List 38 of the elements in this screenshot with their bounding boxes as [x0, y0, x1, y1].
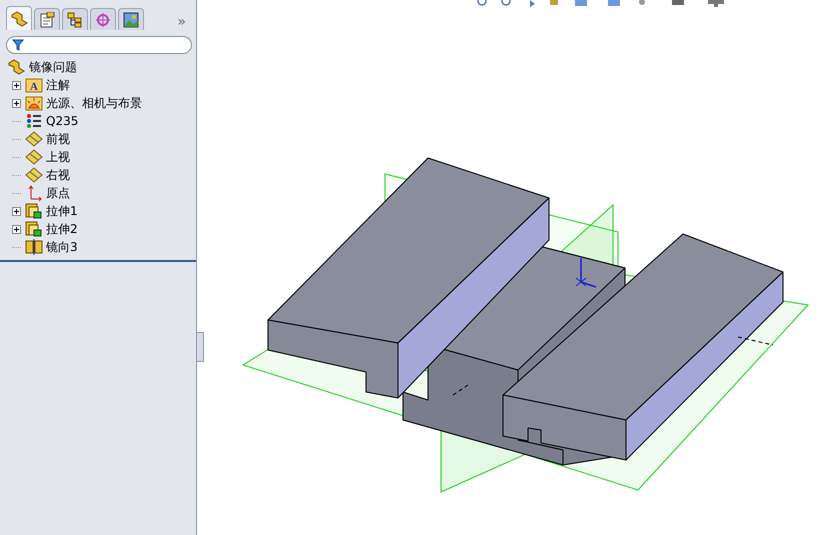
parts-icon: [10, 10, 28, 26]
more-tabs-chevron[interactable]: »: [177, 14, 190, 30]
tree-item-label[interactable]: 光源、相机与布景: [46, 94, 142, 112]
filter-field[interactable]: [6, 36, 192, 54]
expand-plus-icon[interactable]: [12, 224, 20, 234]
tree-item-label[interactable]: 拉伸1: [46, 202, 78, 220]
panel-tab[interactable]: [118, 8, 144, 30]
tree-item-label[interactable]: 拉伸2: [46, 220, 78, 238]
panel-tab[interactable]: [6, 6, 32, 30]
plane-icon: [25, 131, 43, 147]
picture-icon: [123, 12, 139, 28]
tree-item-label[interactable]: 原点: [46, 184, 70, 202]
tree-item-label[interactable]: 上视: [46, 148, 70, 166]
document-icon: [39, 12, 55, 28]
plane-icon: [25, 167, 43, 183]
tree-item-label[interactable]: 右视: [46, 166, 70, 184]
extrude-feature-icon: [25, 221, 43, 237]
panel-tab[interactable]: [34, 8, 60, 30]
expand-plus-icon[interactable]: [12, 98, 20, 108]
lights-folder-icon: [25, 95, 43, 111]
mirror-feature-icon: [25, 239, 43, 255]
tree-item-label[interactable]: Q235: [46, 114, 78, 128]
tree-root-label[interactable]: 镜像问题: [29, 58, 77, 76]
extrude-feature-icon: [25, 203, 43, 219]
expand-plus-icon[interactable]: [12, 80, 20, 90]
hierarchy-icon: [67, 12, 83, 28]
crosshair-icon: [95, 12, 111, 28]
tree-item-label[interactable]: 镜向3: [46, 238, 78, 256]
annotation-folder-icon: A: [25, 77, 43, 93]
panel-splitter-handle[interactable]: [197, 332, 204, 362]
filter-icon: [12, 39, 24, 51]
panel-tab[interactable]: [62, 8, 88, 30]
tree-item-label[interactable]: 注解: [46, 76, 70, 94]
tree-item-label[interactable]: 前视: [46, 130, 70, 148]
plane-icon: [25, 149, 43, 165]
material-icon: [25, 113, 43, 129]
part-icon: [6, 59, 26, 75]
expand-plus-icon[interactable]: [12, 206, 20, 216]
